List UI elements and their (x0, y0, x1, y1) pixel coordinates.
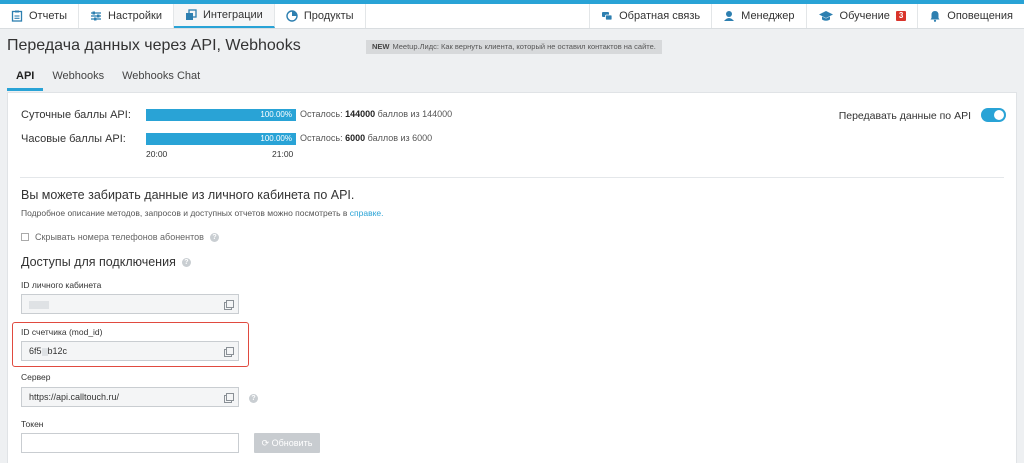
news-text: Meetup.Лидс: Как вернуть клиента, которы… (392, 42, 656, 51)
redacted-value (29, 300, 49, 309)
hide-phones-label: Скрывать номера телефонов абонентов (35, 232, 204, 242)
education-icon (818, 11, 833, 21)
help-icon[interactable]: ? (209, 232, 219, 242)
nav-notifications[interactable]: Оповещения (917, 4, 1024, 28)
help-link[interactable]: справке. (350, 208, 384, 218)
nav-manager[interactable]: Менеджер (711, 4, 805, 28)
daily-quota-fill: 100.00% (146, 109, 296, 121)
account-id-field[interactable] (21, 294, 239, 314)
nav-feedback[interactable]: Обратная связь (589, 4, 711, 28)
education-badge: 3 (895, 11, 907, 21)
token-label: Токен (21, 419, 44, 429)
counter-id-start: 6f5 (29, 346, 42, 356)
hourly-quota-note: Осталось: 6000 баллов из 6000 (300, 133, 432, 143)
counter-id-field[interactable]: 6f5 b12c (21, 341, 239, 361)
server-value: https://api.calltouch.ru/ (29, 392, 120, 402)
hourly-quota-fill: 100.00% (146, 133, 296, 145)
nav-integrations-label: Интеграции (202, 9, 263, 21)
tab-webhooks-chat[interactable]: Webhooks Chat (113, 65, 209, 91)
section-divider (20, 177, 1004, 178)
page-title: Передача данных через API, Webhooks (7, 37, 301, 54)
products-icon (286, 10, 298, 22)
refresh-icon: ⟳ (261, 438, 270, 448)
daily-remaining: 144000 (345, 109, 376, 119)
access-heading-text: Доступы для подключения (21, 255, 176, 269)
nav-settings[interactable]: Настройки (79, 4, 174, 28)
token-field[interactable] (21, 433, 239, 453)
integrations-icon (185, 9, 197, 20)
daily-quota-bar: 100.00% (146, 109, 296, 121)
send-data-toggle[interactable] (981, 108, 1006, 122)
nav-products-label: Продукты (303, 10, 354, 22)
account-id-label: ID личного кабинета (21, 280, 102, 290)
news-banner[interactable]: NEW Meetup.Лидс: Как вернуть клиента, кот… (366, 40, 662, 54)
time-end: 21:00 (272, 149, 294, 159)
refresh-label: Обновить (271, 438, 313, 448)
counter-id-end: b12c (47, 346, 68, 356)
bell-icon (930, 11, 940, 22)
hourly-note-suffix: баллов из 6000 (367, 133, 433, 143)
counter-id-label: ID счетчика (mod_id) (21, 327, 103, 337)
copy-icon[interactable] (224, 347, 234, 357)
top-navigation: Отчеты Настройки Интеграции Продукты Обр… (0, 4, 1024, 29)
tab-api[interactable]: API (7, 65, 44, 91)
daily-quota-note: Осталось: 144000 баллов из 144000 (300, 109, 452, 119)
copy-icon[interactable] (224, 300, 234, 310)
help-icon[interactable]: ? (249, 394, 258, 403)
feedback-icon (602, 12, 613, 21)
daily-note-prefix: Осталось: (300, 109, 343, 119)
hourly-quota-bar: 100.00% (146, 133, 296, 145)
api-info-text: Подробное описание методов, запросов и д… (21, 208, 348, 218)
manager-icon (724, 11, 735, 21)
tab-bar: API Webhooks Webhooks Chat (7, 65, 209, 91)
news-tag: NEW (372, 42, 390, 51)
help-icon[interactable]: ? (181, 257, 191, 267)
daily-note-suffix: баллов из 144000 (377, 109, 453, 119)
send-data-label: Передавать данные по API (838, 110, 971, 122)
access-heading: Доступы для подключения ? (21, 255, 191, 269)
nav-reports-label: Отчеты (29, 10, 68, 22)
api-info-description: Подробное описание методов, запросов и д… (21, 208, 384, 218)
nav-reports[interactable]: Отчеты (0, 4, 80, 28)
api-panel: Суточные баллы API: 100.00% Осталось: 14… (7, 92, 1017, 463)
nav-manager-label: Менеджер (741, 10, 795, 22)
report-icon (11, 10, 23, 22)
nav-integrations[interactable]: Интеграции (173, 4, 275, 28)
daily-quota-label: Суточные баллы API: (21, 109, 131, 121)
nav-settings-label: Настройки (108, 10, 162, 22)
nav-education[interactable]: Обучение 3 (805, 4, 918, 28)
nav-feedback-label: Обратная связь (619, 10, 701, 22)
nav-notifications-label: Оповещения (947, 10, 1013, 22)
hide-phones-row: Скрывать номера телефонов абонентов ? (21, 232, 219, 242)
time-start: 20:00 (146, 149, 168, 159)
hourly-remaining: 6000 (345, 133, 366, 143)
tab-webhooks[interactable]: Webhooks (43, 65, 113, 91)
api-info-heading: Вы можете забирать данные из личного каб… (21, 188, 355, 202)
server-field[interactable]: https://api.calltouch.ru/ (21, 387, 239, 407)
hourly-quota-label: Часовые баллы API: (21, 133, 126, 145)
copy-icon[interactable] (224, 393, 234, 403)
hourly-note-prefix: Осталось: (300, 133, 343, 143)
server-label: Сервер (21, 372, 51, 382)
refresh-token-button[interactable]: ⟳ Обновить (254, 433, 320, 453)
settings-icon (91, 11, 102, 21)
nav-products[interactable]: Продукты (275, 4, 366, 28)
hide-phones-checkbox[interactable] (21, 233, 29, 241)
nav-education-label: Обучение (839, 10, 890, 22)
